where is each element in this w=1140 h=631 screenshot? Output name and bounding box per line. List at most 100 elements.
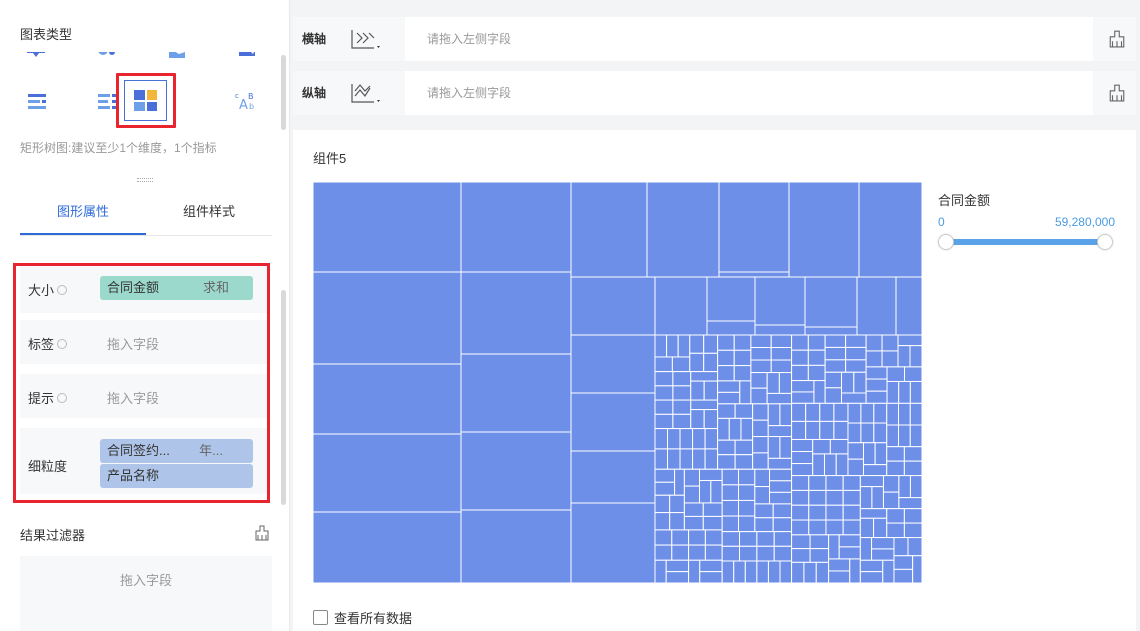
treemap-tile[interactable] (654, 494, 671, 514)
treemap-tile[interactable] (773, 531, 793, 547)
treemap-tile[interactable] (704, 448, 719, 470)
treemap-tile[interactable] (808, 489, 827, 506)
treemap-tile[interactable] (897, 334, 922, 347)
treemap-tile[interactable] (690, 371, 719, 382)
treemap-tile[interactable] (769, 480, 793, 493)
treemap-tile[interactable] (819, 420, 835, 440)
treemap-tile[interactable] (654, 481, 676, 496)
treemap-tile[interactable] (791, 548, 811, 563)
treemap-tile[interactable] (881, 334, 899, 352)
treemap-tile[interactable] (460, 431, 572, 511)
treemap-tile[interactable] (909, 402, 922, 426)
treemap-tile[interactable] (815, 561, 830, 583)
treemap-tile[interactable] (754, 486, 771, 505)
treemap-tile[interactable] (739, 380, 752, 405)
treemap-tile[interactable] (733, 349, 752, 367)
treemap-tile[interactable] (847, 442, 864, 460)
treemap-tile[interactable] (721, 531, 741, 547)
treemap-tile[interactable] (683, 485, 701, 504)
treemap-tile[interactable] (750, 387, 768, 405)
treemap-tile[interactable] (909, 424, 922, 448)
treemap-tile[interactable] (738, 484, 756, 501)
treemap-tile[interactable] (570, 392, 656, 452)
treemap-tile[interactable] (688, 529, 706, 546)
treemap-tile[interactable] (824, 387, 843, 404)
treemap-tile[interactable] (825, 504, 844, 521)
treemap-tile[interactable] (702, 502, 723, 517)
treemap-tile[interactable] (767, 436, 781, 459)
treemap-tile[interactable] (690, 380, 705, 401)
treemap-tile[interactable] (809, 534, 830, 550)
treemap-tile[interactable] (842, 504, 861, 521)
treemap-tile[interactable] (460, 353, 572, 433)
treemap-tile[interactable] (667, 448, 681, 470)
treemap-tile[interactable] (704, 428, 719, 450)
treemap-tile[interactable] (829, 438, 849, 455)
treemap-tile[interactable] (845, 334, 867, 348)
treemap-tile[interactable] (702, 515, 723, 531)
treemap-tile[interactable] (570, 450, 656, 504)
treemap-tile[interactable] (672, 399, 692, 415)
treemap-tile[interactable] (853, 371, 867, 394)
treemap-tile[interactable] (671, 356, 691, 373)
treemap-tile[interactable] (654, 413, 674, 430)
treemap-tile[interactable] (807, 364, 826, 382)
word-cloud-icon[interactable]: cABb (232, 88, 262, 114)
treemap-tile[interactable] (740, 417, 754, 441)
treemap-tile[interactable] (903, 508, 922, 524)
bar-h-icon[interactable] (22, 50, 52, 64)
treemap-tile[interactable] (654, 371, 674, 387)
treemap-tile[interactable] (767, 425, 793, 438)
treemap-tile[interactable] (770, 347, 793, 361)
treemap-tile[interactable] (791, 519, 810, 536)
treemap-tile[interactable] (809, 548, 830, 563)
treemap-tile[interactable] (791, 402, 807, 422)
treemap-tile[interactable] (733, 560, 746, 583)
treemap-tile[interactable] (570, 276, 656, 336)
treemap-tile[interactable] (769, 491, 793, 505)
treemap-tile[interactable] (772, 517, 793, 533)
treemap-tile[interactable] (772, 503, 793, 519)
treemap-tile[interactable] (791, 534, 811, 550)
treemap-tile[interactable] (842, 519, 861, 536)
treemap-tile[interactable] (828, 570, 851, 583)
treemap-tile[interactable] (690, 399, 719, 411)
treemap-tile[interactable] (699, 559, 723, 573)
treemap-tile[interactable] (744, 560, 758, 583)
treemap-tile[interactable] (313, 182, 462, 273)
treemap-tile[interactable] (766, 392, 793, 405)
treemap-tile[interactable] (838, 546, 861, 560)
treemap-tile[interactable] (717, 380, 741, 393)
treemap-tile[interactable] (841, 392, 867, 404)
treemap-tile[interactable] (754, 276, 806, 326)
treemap-tile[interactable] (683, 502, 704, 517)
treemap-tile[interactable] (895, 276, 922, 336)
treemap-tile[interactable] (824, 359, 847, 373)
treemap-tile[interactable] (807, 349, 826, 366)
treemap-tile[interactable] (882, 491, 900, 510)
treemap-tile[interactable] (881, 350, 899, 368)
treemap-tile[interactable] (654, 468, 676, 483)
treemap-tile[interactable] (856, 276, 897, 336)
treemap-tile[interactable] (738, 515, 756, 533)
treemap-tile[interactable] (886, 424, 900, 448)
treemap-tile[interactable] (688, 544, 706, 561)
treemap-tile[interactable] (788, 182, 860, 278)
treemap-tile[interactable] (460, 271, 572, 355)
treemap-tile[interactable] (770, 334, 793, 349)
treemap-tile[interactable] (871, 486, 884, 510)
treemap-tile[interactable] (841, 371, 855, 394)
treemap-tile[interactable] (717, 454, 736, 470)
treemap-tile[interactable] (703, 380, 719, 401)
treemap-tile[interactable] (460, 509, 572, 583)
treemap-tile[interactable] (865, 334, 883, 352)
x-axis-drop-zone[interactable]: 请拖入左侧字段 (405, 17, 1093, 61)
treemap-tile[interactable] (770, 359, 793, 374)
treemap-tile[interactable] (654, 399, 674, 415)
treemap-tile[interactable] (865, 378, 888, 392)
treemap-tile[interactable] (734, 439, 754, 456)
treemap-tile[interactable] (690, 409, 705, 430)
treemap-tile[interactable] (718, 182, 790, 273)
treemap-tile[interactable] (313, 511, 462, 583)
treemap-tile[interactable] (683, 468, 701, 487)
